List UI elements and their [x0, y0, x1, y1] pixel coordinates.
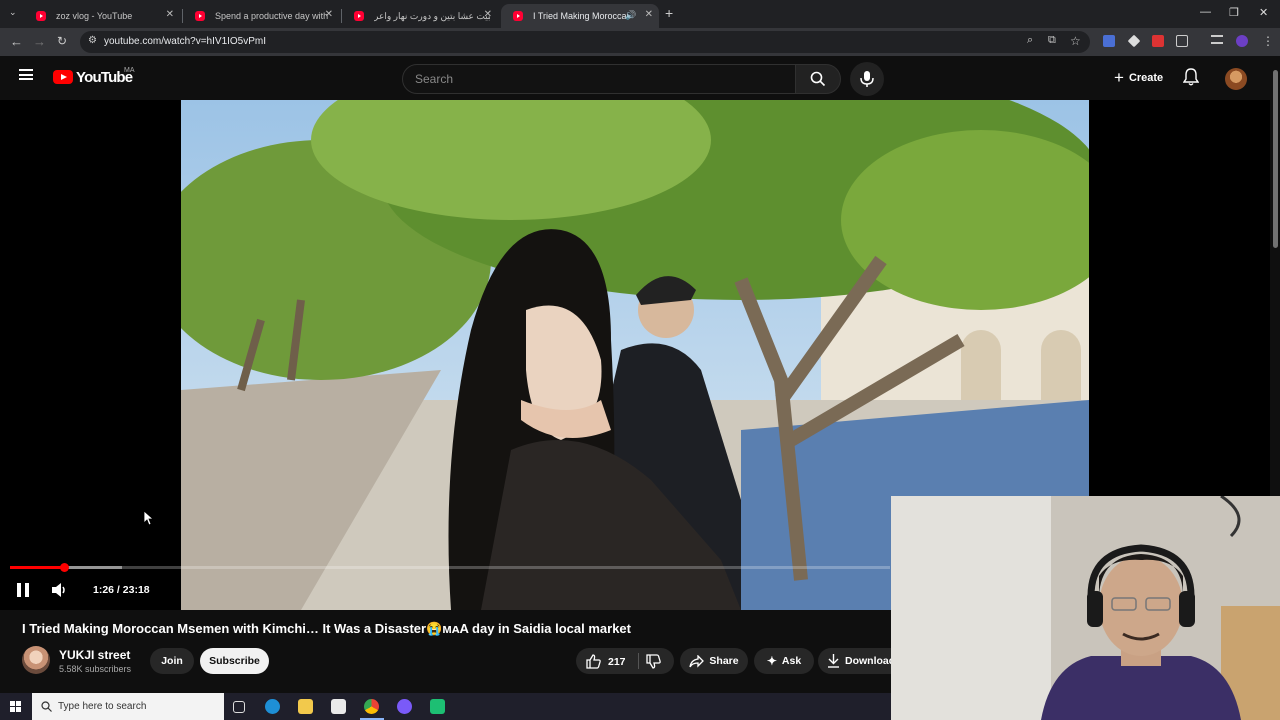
install-app-icon[interactable]: ⧉: [1048, 34, 1056, 47]
profile-icon[interactable]: [1236, 35, 1248, 47]
extensions-puzzle-icon[interactable]: [1176, 35, 1188, 47]
subscribe-button[interactable]: Subscribe: [200, 648, 269, 674]
task-view-icon[interactable]: [233, 701, 245, 713]
create-label: Create: [1128, 72, 1164, 84]
subscriber-count: 5.58K subscribers: [59, 664, 132, 674]
tab-current-video[interactable]: I Tried Making Moroccan M 🔊 ✕: [501, 4, 659, 28]
tab-arabic-video[interactable]: طبيت عشا بتين و دورت نهار واعر ✕: [342, 4, 498, 28]
file-explorer-icon[interactable]: [298, 699, 313, 714]
reading-list-icon[interactable]: [1211, 35, 1223, 44]
back-icon[interactable]: ←: [10, 34, 23, 49]
minimize-icon[interactable]: —: [1200, 6, 1211, 18]
tab-list-chevron-icon[interactable]: ⌄: [9, 7, 17, 18]
join-button[interactable]: Join: [150, 648, 194, 674]
hamburger-menu-icon[interactable]: [19, 69, 33, 80]
page-scrollbar[interactable]: [1270, 56, 1280, 496]
tab-label: طبيت عشا بتين و دورت نهار واعر: [374, 10, 490, 21]
channel-avatar[interactable]: [22, 646, 50, 674]
search-input[interactable]: Search: [402, 64, 796, 94]
tab-audio-icon[interactable]: 🔊: [625, 10, 636, 21]
reload-icon[interactable]: ↻: [57, 34, 67, 48]
youtube-favicon-icon: [195, 11, 205, 21]
channel-name[interactable]: YUKJI street: [59, 648, 130, 662]
restore-icon[interactable]: ❐: [1229, 6, 1239, 19]
share-icon: [689, 654, 705, 668]
new-tab-icon[interactable]: +: [665, 5, 673, 21]
share-button[interactable]: Share: [680, 648, 748, 674]
extension-red-icon[interactable]: [1152, 35, 1164, 47]
search-icon: [41, 701, 52, 712]
progress-played: [10, 566, 65, 569]
volume-icon[interactable]: [52, 583, 68, 597]
extension-icon[interactable]: [1127, 34, 1141, 48]
bookmark-star-icon[interactable]: ☆: [1070, 34, 1081, 48]
tab-label: Spend a productive day with m: [215, 11, 331, 21]
chrome-menu-icon[interactable]: ⋮: [1262, 34, 1274, 48]
like-dislike-group: 217: [576, 648, 674, 674]
tab-label: I Tried Making Moroccan M: [533, 11, 629, 21]
video-title: I Tried Making Moroccan Msemen with Kimc…: [22, 621, 631, 636]
browser-toolbar: ← → ↻ ⚙ youtube.com/watch?v=hIV1IO5vPmI …: [0, 28, 1280, 56]
store-icon[interactable]: [331, 699, 346, 714]
search-button[interactable]: [795, 64, 841, 94]
url-text[interactable]: youtube.com/watch?v=hIV1IO5vPmI: [104, 36, 266, 47]
progress-bar[interactable]: [10, 563, 890, 572]
like-count: 217: [608, 655, 626, 668]
close-tab-icon[interactable]: ✕: [325, 9, 333, 20]
edge-icon[interactable]: [265, 699, 280, 714]
windows-taskbar: Type here to search: [0, 693, 891, 720]
pause-icon[interactable]: [16, 583, 30, 597]
app-green-icon[interactable]: [430, 699, 445, 714]
thumbs-down-icon[interactable]: [646, 654, 661, 669]
browser-tab-bar: ⌄ zoz vlog - YouTube ✕ Spend a productiv…: [0, 0, 1280, 28]
download-icon: [828, 654, 839, 668]
translate-extension-icon[interactable]: [1103, 35, 1115, 47]
notifications-bell-icon[interactable]: [1183, 68, 1199, 86]
scrollbar-thumb[interactable]: [1273, 70, 1278, 248]
window-close-icon[interactable]: ✕: [1259, 6, 1268, 19]
account-avatar[interactable]: [1225, 68, 1247, 90]
country-code: MA: [124, 67, 135, 74]
download-label: Download: [845, 655, 896, 667]
site-info-icon[interactable]: ⚙: [88, 35, 97, 46]
youtube-header: YouTube MA Search + Create: [0, 56, 1280, 100]
chrome-icon[interactable]: [364, 699, 379, 714]
ask-label: Ask: [781, 655, 802, 667]
voice-search-button[interactable]: [850, 62, 884, 96]
close-tab-icon[interactable]: ✕: [484, 9, 492, 20]
plus-icon: +: [1114, 68, 1124, 87]
zoom-icon[interactable]: ⌕: [1027, 34, 1033, 47]
tab-zoz-vlog[interactable]: zoz vlog - YouTube ✕: [24, 4, 180, 28]
discord-icon[interactable]: [397, 699, 412, 714]
like-button[interactable]: 217: [586, 654, 626, 669]
tab-label: zoz vlog - YouTube: [56, 11, 133, 21]
like-divider: [638, 653, 639, 669]
address-bar[interactable]: ⚙ youtube.com/watch?v=hIV1IO5vPmI ⌕ ⧉ ☆: [80, 31, 1090, 53]
taskbar-search-placeholder: Type here to search: [58, 701, 147, 712]
create-button[interactable]: + Create: [1104, 64, 1173, 92]
close-tab-icon[interactable]: ✕: [166, 9, 174, 20]
youtube-favicon-icon: [513, 11, 523, 21]
share-label: Share: [709, 655, 739, 667]
windows-start-icon[interactable]: [10, 701, 21, 712]
microphone-icon: [860, 71, 874, 87]
forward-icon[interactable]: →: [33, 34, 46, 49]
youtube-favicon-icon: [36, 11, 46, 21]
search-placeholder: Search: [415, 72, 454, 86]
ask-button[interactable]: ✦ Ask: [754, 648, 814, 674]
time-display: 1:26 / 23:18: [93, 584, 150, 596]
tab-productive-day[interactable]: Spend a productive day with m ✕: [183, 4, 339, 28]
progress-scrubber-handle[interactable]: [60, 563, 70, 572]
close-tab-icon[interactable]: ✕: [645, 9, 653, 20]
webcam-overlay: [891, 496, 1280, 720]
youtube-logo-icon[interactable]: [53, 70, 73, 84]
thumbs-up-icon: [586, 654, 601, 669]
mouse-cursor-icon: [144, 511, 154, 526]
taskbar-search-input[interactable]: Type here to search: [32, 693, 224, 720]
sparkle-icon: ✦: [766, 654, 777, 668]
youtube-favicon-icon: [354, 11, 364, 21]
player-controls: 1:26 / 23:18: [0, 560, 895, 610]
search-icon: [810, 71, 826, 87]
webcam-image: [891, 496, 1280, 720]
